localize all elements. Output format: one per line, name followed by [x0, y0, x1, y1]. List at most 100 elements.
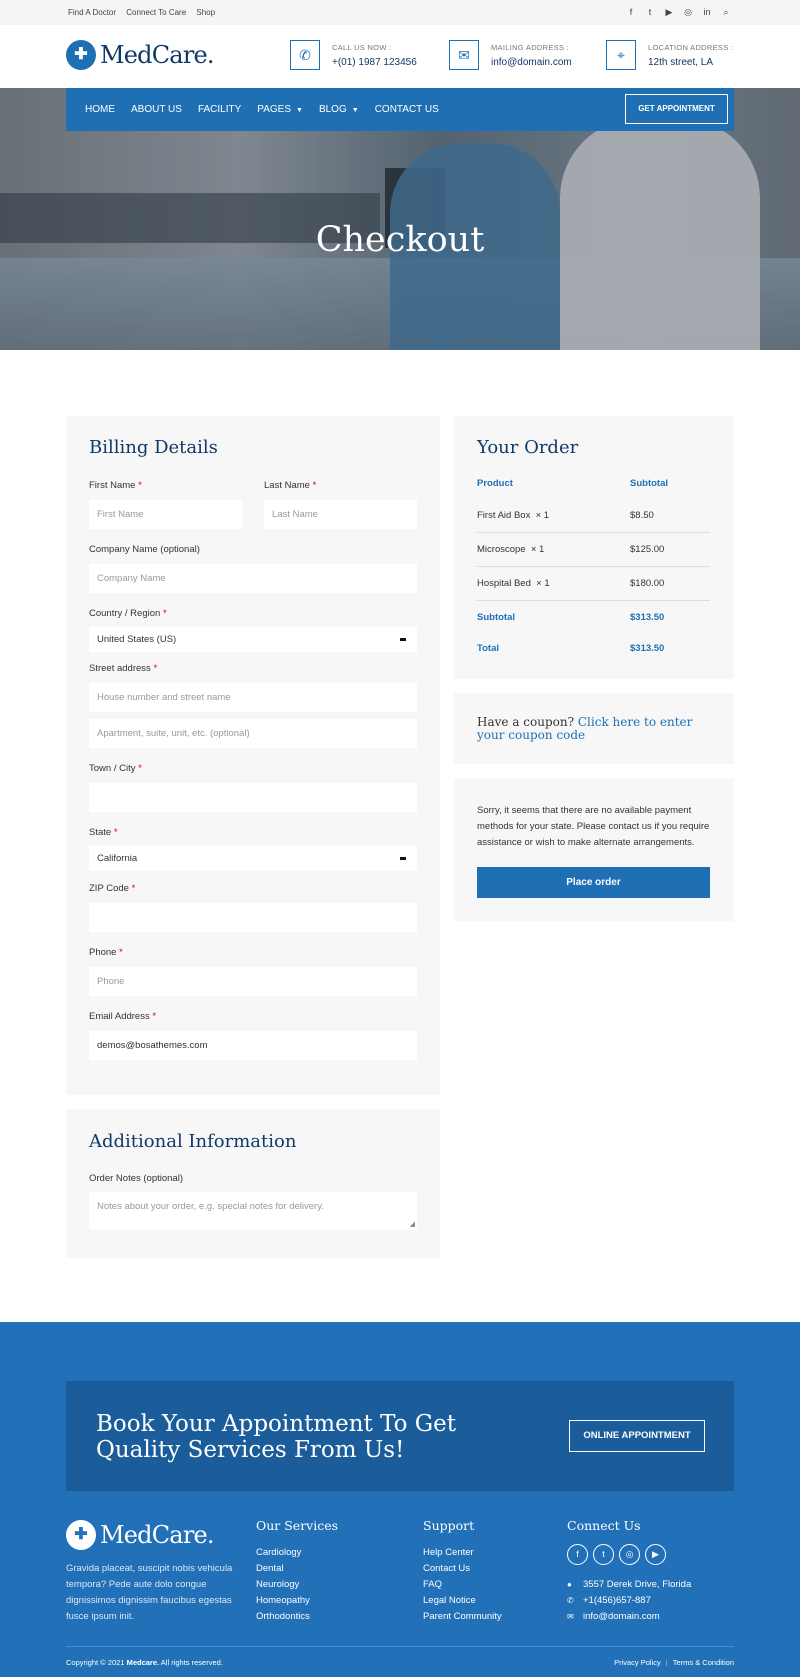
city-label: Town / City * [89, 763, 142, 774]
nav-blog[interactable]: BLOG ▼ [319, 104, 359, 115]
first-name-input[interactable]: First Name [89, 500, 242, 529]
country-select[interactable]: United States (US) [89, 627, 417, 652]
state-select[interactable]: California [89, 846, 417, 871]
footer-link-parent-community[interactable]: Parent Community [423, 1609, 502, 1625]
footer-link-homeopathy[interactable]: Homeopathy [256, 1593, 310, 1609]
nav-home[interactable]: HOME [85, 104, 115, 115]
location-label: LOCATION ADDRESS : [648, 42, 734, 52]
logo-icon: ✚ [66, 1520, 96, 1550]
call-value[interactable]: +(01) 1987 123456 [332, 57, 417, 68]
required-mark: * [138, 763, 142, 774]
coupon-text: Have a coupon? Click here to enter your … [477, 716, 717, 742]
terms-link[interactable]: Terms & Condition [673, 1658, 734, 1667]
footer-link-cardiology[interactable]: Cardiology [256, 1545, 310, 1561]
twitter-icon[interactable]: t [593, 1544, 614, 1565]
resize-handle-icon[interactable]: ◢ [410, 1220, 415, 1228]
required-mark: * [153, 663, 158, 674]
zip-label: ZIP Code * [89, 883, 135, 894]
required-mark: * [312, 480, 317, 491]
facebook-icon[interactable]: f [567, 1544, 588, 1565]
topbar-social: f t ▶ ◎ in ⌕ [626, 7, 731, 17]
phone-input[interactable]: Phone [89, 967, 417, 996]
linkedin-icon[interactable]: in [702, 7, 712, 17]
main-nav: HOME ABOUT US FACILITY PAGES ▼ BLOG ▼ CONT… [66, 88, 734, 131]
place-order-button[interactable]: Place order [477, 867, 710, 898]
envelope-icon: ✉ [449, 40, 479, 70]
first-name-label: First Name * [89, 480, 142, 491]
state-label: State * [89, 827, 118, 838]
site-logo[interactable]: ✚ MedCare. [66, 40, 215, 70]
footer-social: f t ◎ ▶ [567, 1544, 666, 1565]
location-pin-icon: ● [567, 1580, 572, 1589]
order-item-price: $180.00 [630, 578, 665, 589]
phone-icon: ✆ [567, 1596, 574, 1605]
get-appointment-button[interactable]: GET APPOINTMENT [625, 94, 728, 124]
youtube-icon[interactable]: ▶ [664, 7, 674, 17]
state-value: California [97, 853, 138, 864]
footer-logo[interactable]: ✚ MedCare. [66, 1520, 215, 1550]
email-input[interactable]: demos@bosathemes.com [89, 1031, 417, 1060]
footer-link-legal[interactable]: Legal Notice [423, 1593, 502, 1609]
zip-label-text: ZIP Code [89, 883, 129, 894]
support-list: Help Center Contact Us FAQ Legal Notice … [423, 1545, 502, 1625]
footer-link-orthodontics[interactable]: Orthodontics [256, 1609, 310, 1625]
search-icon[interactable]: ⌕ [721, 7, 731, 17]
nav-pages[interactable]: PAGES ▼ [257, 104, 303, 115]
apartment-input[interactable]: Apartment, suite, unit, etc. (optional) [89, 719, 417, 748]
location-info: ⌖ LOCATION ADDRESS : 12th street, LA [606, 40, 733, 70]
street-input[interactable]: House number and street name [89, 683, 417, 712]
footer-address-row: ● 3557 Derek Drive, Florida [567, 1577, 691, 1593]
nav-facility[interactable]: FACILITY [198, 104, 241, 115]
order-item-price: $8.50 [630, 510, 654, 521]
street-label: Street address * [89, 663, 157, 674]
order-item-product: Hospital Bed [477, 578, 531, 589]
location-pin-icon: ⌖ [606, 40, 636, 70]
state-label-text: State [89, 827, 112, 838]
instagram-icon[interactable]: ◎ [683, 7, 693, 17]
nav-contact[interactable]: CONTACT US [375, 104, 439, 115]
topbar-link-shop[interactable]: Shop [196, 8, 215, 17]
footer-phone-row: ✆ +1(456)657-887 [567, 1593, 691, 1609]
twitter-icon[interactable]: t [645, 7, 655, 17]
order-item-name: First Aid Box × 1 [477, 510, 549, 521]
footer-link-neurology[interactable]: Neurology [256, 1577, 310, 1593]
order-item-name: Microscope × 1 [477, 544, 544, 555]
facebook-icon[interactable]: f [626, 7, 636, 17]
order-item-product: Microscope [477, 544, 526, 555]
city-input[interactable] [89, 783, 417, 812]
city-label-text: Town / City [89, 763, 136, 774]
footer-contact: ● 3557 Derek Drive, Florida ✆ +1(456)657-8… [567, 1577, 691, 1625]
dropdown-arrow-icon [400, 638, 406, 641]
privacy-policy-link[interactable]: Privacy Policy [614, 1658, 661, 1667]
last-name-input[interactable]: Last Name [264, 500, 417, 529]
topbar-link-connect-care[interactable]: Connect To Care [126, 8, 186, 17]
location-value: 12th street, LA [648, 56, 714, 68]
copyright-brand: Medcare. [126, 1658, 160, 1667]
instagram-icon[interactable]: ◎ [619, 1544, 640, 1565]
order-notes-textarea[interactable]: Notes about your order, e.g. special not… [89, 1192, 417, 1230]
order-divider [477, 600, 710, 601]
order-total-value: $313.50 [630, 643, 665, 654]
order-item-product: First Aid Box [477, 510, 531, 521]
topbar-link-find-doctor[interactable]: Find A Doctor [68, 8, 116, 17]
footer-email[interactable]: info@domain.com [583, 1611, 660, 1622]
topbar-links: Find A Doctor Connect To Care Shop [68, 8, 223, 17]
footer-link-contact[interactable]: Contact Us [423, 1561, 502, 1577]
country-value: United States (US) [97, 634, 177, 645]
online-appointment-button[interactable]: ONLINE APPOINTMENT [569, 1420, 705, 1452]
order-total-label: Total [477, 643, 499, 654]
mail-value[interactable]: info@domain.com [491, 57, 572, 68]
zip-input[interactable] [89, 903, 417, 932]
nav-about[interactable]: ABOUT US [131, 104, 182, 115]
envelope-icon: ✉ [567, 1612, 574, 1621]
footer-phone[interactable]: +1(456)657-887 [583, 1595, 651, 1606]
footer-link-dental[interactable]: Dental [256, 1561, 310, 1577]
required-mark: * [162, 608, 167, 619]
youtube-icon[interactable]: ▶ [645, 1544, 666, 1565]
street-label-text: Street address [89, 663, 151, 674]
mail-info: ✉ MAILING ADDRESS : info@domain.com [449, 40, 572, 70]
footer-link-faq[interactable]: FAQ [423, 1577, 502, 1593]
company-input[interactable]: Company Name [89, 564, 417, 593]
footer-about: Gravida placeat, suscipit nobis vehicula… [66, 1563, 233, 1622]
footer-link-help-center[interactable]: Help Center [423, 1545, 502, 1561]
